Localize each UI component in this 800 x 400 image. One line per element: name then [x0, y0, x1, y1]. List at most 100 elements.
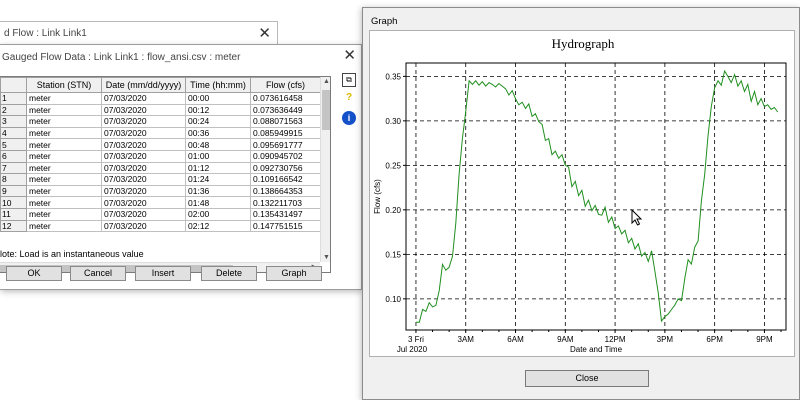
cell-station[interactable]: meter [26, 184, 102, 198]
window-title: Graph [371, 16, 398, 27]
cell-date[interactable]: 07/03/2020 [101, 103, 186, 117]
copy-icon[interactable]: ⧉ [342, 73, 356, 87]
graph-window[interactable]: Graph Hydrograph 0.10 0.15 0.20 0.25 0.30 0.35… [362, 7, 800, 400]
ok-button[interactable]: OK [6, 266, 62, 281]
vertical-scrollbar[interactable]: ▲ ▼ [320, 77, 330, 262]
x-tick-label: 9PM [756, 335, 773, 344]
cell-flow[interactable]: 0.095691777 [250, 138, 321, 151]
cell-time[interactable]: 02:00 [185, 207, 251, 221]
cell-flow[interactable]: 0.085949915 [250, 126, 321, 140]
mouse-pointer-icon [631, 209, 643, 226]
cell-flow[interactable]: 0.135431497 [250, 207, 321, 221]
close-button[interactable]: Close [525, 370, 649, 387]
cell-date[interactable]: 07/03/2020 [101, 207, 186, 221]
table-row[interactable]: 6 meter 07/03/2020 01:00 0.090945702 [0, 149, 321, 163]
cell-time[interactable]: 00:48 [185, 138, 251, 151]
cell-station[interactable]: meter [26, 196, 102, 209]
cell-date[interactable]: 07/03/2020 [101, 138, 186, 151]
insert-button[interactable]: Insert [135, 266, 191, 281]
cell-flow[interactable]: 0.138664353 [250, 184, 321, 198]
gauged-flow-data-window[interactable]: Gauged Flow Data : Link Link1 : flow_ans… [0, 44, 362, 290]
cell-flow[interactable]: 0.088071563 [250, 115, 321, 128]
table-row[interactable]: 1 meter 07/03/2020 00:00 0.073616458 [0, 92, 321, 105]
table-row[interactable]: 5 meter 07/03/2020 00:48 0.095691777 [0, 138, 321, 151]
cell-station[interactable]: meter [26, 219, 102, 233]
scroll-up-icon[interactable]: ▲ [323, 78, 330, 85]
row-number: 2 [0, 103, 27, 117]
x-tick-label: 3 Fri [408, 335, 424, 344]
cell-station[interactable]: meter [26, 92, 102, 105]
data-table[interactable]: Station (STN) Date (mm/dd/yyyy) Time (hh… [0, 77, 321, 233]
column-header-station[interactable]: Station (STN) [26, 77, 102, 93]
cell-station[interactable]: meter [26, 103, 102, 117]
cell-time[interactable]: 01:24 [185, 173, 251, 186]
scrollbar-thumb[interactable] [322, 90, 330, 130]
row-number: 3 [0, 115, 27, 128]
cell-date[interactable]: 07/03/2020 [101, 219, 186, 233]
x-tick-label: 9AM [557, 335, 574, 344]
cell-time[interactable]: 01:00 [185, 149, 251, 163]
data-grid[interactable]: Station (STN) Date (mm/dd/yyyy) Time (hh… [0, 76, 331, 273]
cell-station[interactable]: meter [26, 149, 102, 163]
cell-station[interactable]: meter [26, 173, 102, 186]
cell-time[interactable]: 00:24 [185, 115, 251, 128]
cell-station[interactable]: meter [26, 126, 102, 140]
column-header-flow[interactable]: Flow (cfs) [250, 77, 321, 93]
cell-station[interactable]: meter [26, 115, 102, 128]
cell-time[interactable]: 00:12 [185, 103, 251, 117]
cell-flow[interactable]: 0.090945702 [250, 149, 321, 163]
cell-time[interactable]: 01:12 [185, 161, 251, 175]
graph-button[interactable]: Graph [266, 266, 322, 281]
cancel-button[interactable]: Cancel [70, 266, 126, 281]
table-row[interactable]: 3 meter 07/03/2020 00:24 0.088071563 [0, 115, 321, 128]
cell-station[interactable]: meter [26, 207, 102, 221]
cell-flow[interactable]: 0.073616458 [250, 92, 321, 105]
cell-station[interactable]: meter [26, 161, 102, 175]
delete-button[interactable]: Delete [201, 266, 257, 281]
table-row[interactable]: 7 meter 07/03/2020 01:12 0.092730756 [0, 161, 321, 175]
cell-flow[interactable]: 0.132211703 [250, 196, 321, 209]
cell-flow[interactable]: 0.109166542 [250, 173, 321, 186]
table-row[interactable]: 12 meter 07/03/2020 02:12 0.147751515 [0, 219, 321, 233]
column-header-date[interactable]: Date (mm/dd/yyyy) [101, 77, 186, 93]
cell-time[interactable]: 02:12 [185, 219, 251, 233]
cell-time[interactable]: 00:36 [185, 126, 251, 140]
chart-title: Hydrograph [552, 36, 615, 51]
close-icon[interactable]: ✕ [343, 46, 356, 64]
y-tick-label: 0.30 [385, 117, 401, 126]
x-tick-label: 6AM [507, 335, 524, 344]
cell-date[interactable]: 07/03/2020 [101, 115, 186, 128]
cell-date[interactable]: 07/03/2020 [101, 184, 186, 198]
y-tick-label: 0.35 [385, 72, 401, 81]
y-tick-label: 0.10 [385, 295, 401, 304]
cell-time[interactable]: 00:00 [185, 92, 251, 105]
cell-date[interactable]: 07/03/2020 [101, 126, 186, 140]
table-row[interactable]: 11 meter 07/03/2020 02:00 0.135431497 [0, 207, 321, 221]
cell-date[interactable]: 07/03/2020 [101, 196, 186, 209]
cell-station[interactable]: meter [26, 138, 102, 151]
row-number: 4 [0, 126, 27, 140]
hydrograph-chart: Hydrograph 0.10 0.15 0.20 0.25 0.30 0.35 3 Fri 3… [373, 36, 787, 354]
cell-flow[interactable]: 0.147751515 [250, 219, 321, 233]
side-toolbar: ⧉ ? i [342, 73, 358, 130]
table-row[interactable]: 2 meter 07/03/2020 00:12 0.073636449 [0, 103, 321, 117]
column-header-time[interactable]: Time (hh:mm) [185, 77, 251, 93]
table-row[interactable]: 9 meter 07/03/2020 01:36 0.138664353 [0, 184, 321, 198]
y-tick-label: 0.25 [385, 161, 401, 170]
info-icon[interactable]: i [342, 111, 356, 125]
cell-flow[interactable]: 0.073636449 [250, 103, 321, 117]
cell-time[interactable]: 01:48 [185, 196, 251, 209]
cell-date[interactable]: 07/03/2020 [101, 92, 186, 105]
cell-flow[interactable]: 0.092730756 [250, 161, 321, 175]
table-row[interactable]: 8 meter 07/03/2020 01:24 0.109166542 [0, 173, 321, 186]
close-icon[interactable]: ✕ [258, 24, 271, 42]
cell-time[interactable]: 01:36 [185, 184, 251, 198]
table-row[interactable]: 4 meter 07/03/2020 00:36 0.085949915 [0, 126, 321, 140]
scroll-down-icon[interactable]: ▼ [323, 254, 330, 261]
row-number: 5 [0, 138, 27, 151]
cell-date[interactable]: 07/03/2020 [101, 149, 186, 163]
hint-icon[interactable]: ? [342, 92, 356, 106]
table-row[interactable]: 10 meter 07/03/2020 01:48 0.132211703 [0, 196, 321, 209]
cell-date[interactable]: 07/03/2020 [101, 173, 186, 186]
cell-date[interactable]: 07/03/2020 [101, 161, 186, 175]
